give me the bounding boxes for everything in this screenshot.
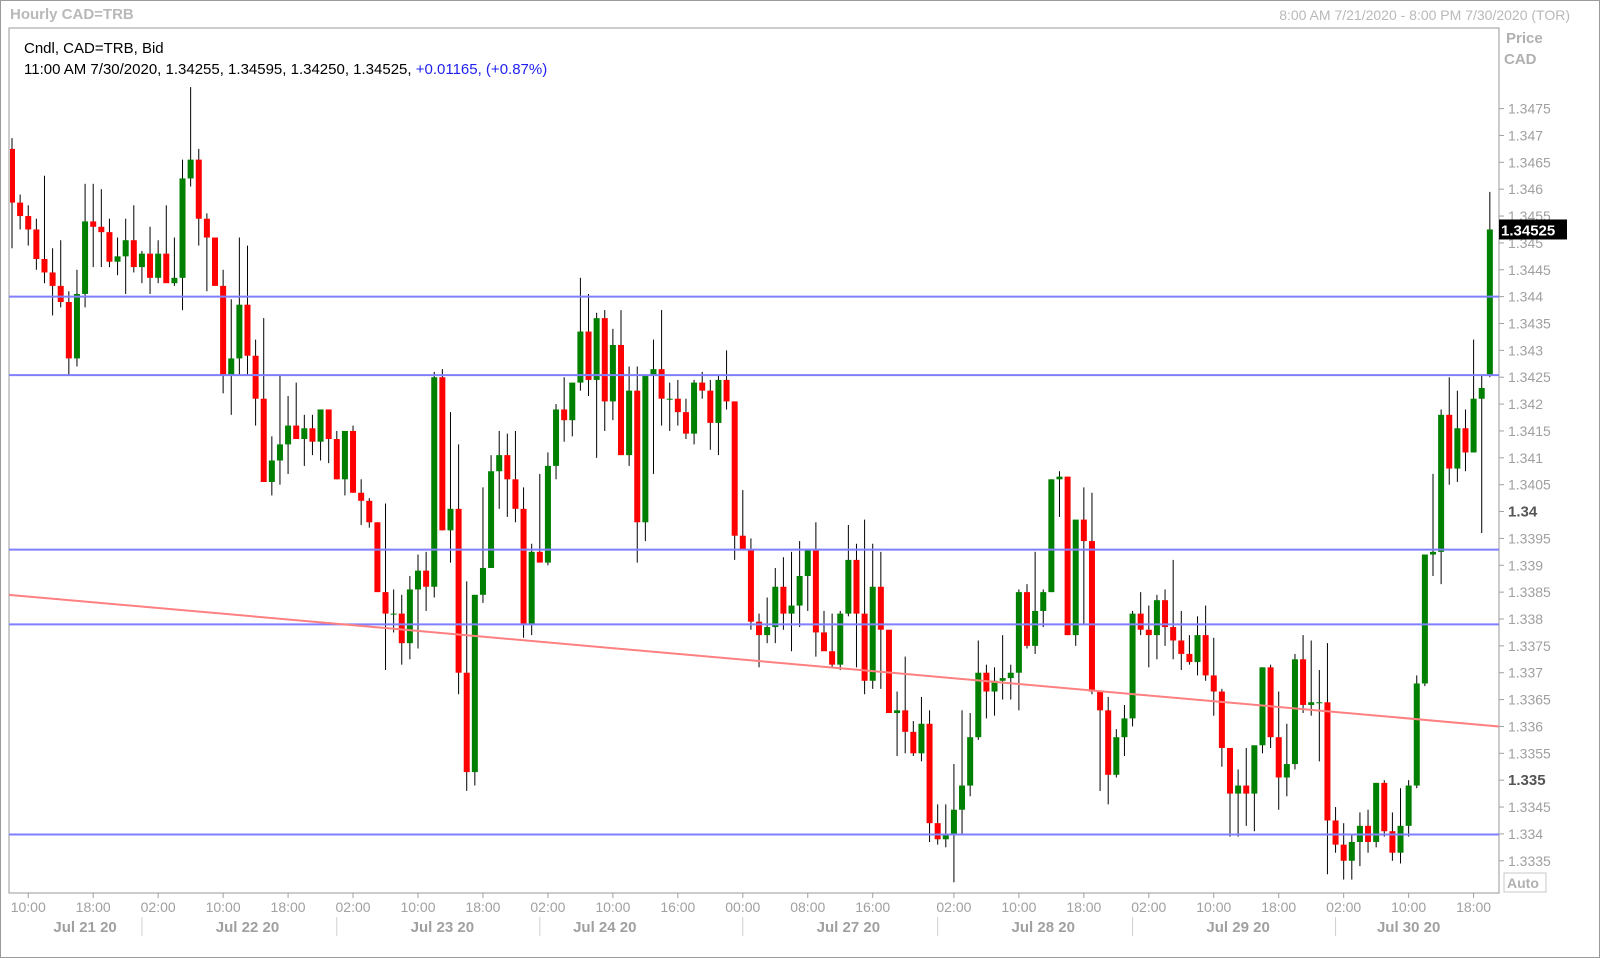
chart-frame bbox=[0, 0, 1600, 958]
